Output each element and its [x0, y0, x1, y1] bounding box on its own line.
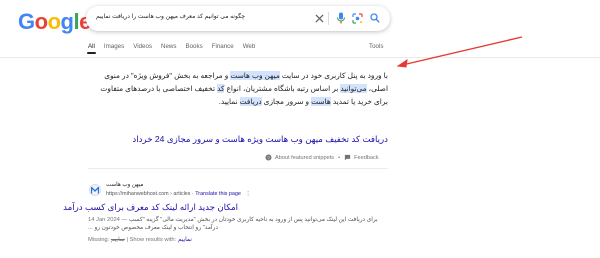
annotation-arrow [396, 36, 523, 68]
